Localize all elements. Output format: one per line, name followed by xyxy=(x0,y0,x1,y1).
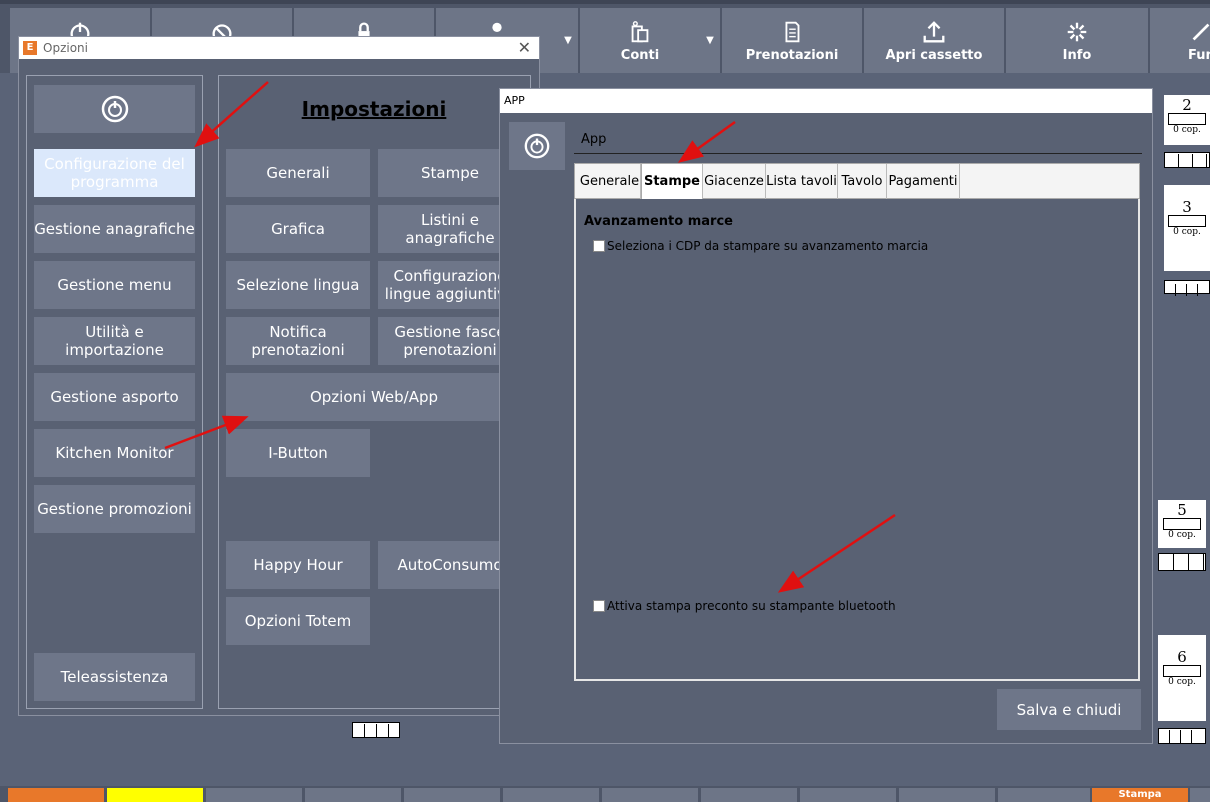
arrow xyxy=(194,81,269,148)
arrow xyxy=(777,513,896,593)
arrow xyxy=(677,120,736,163)
annotation-arrows xyxy=(164,81,896,593)
arrow xyxy=(164,415,249,450)
